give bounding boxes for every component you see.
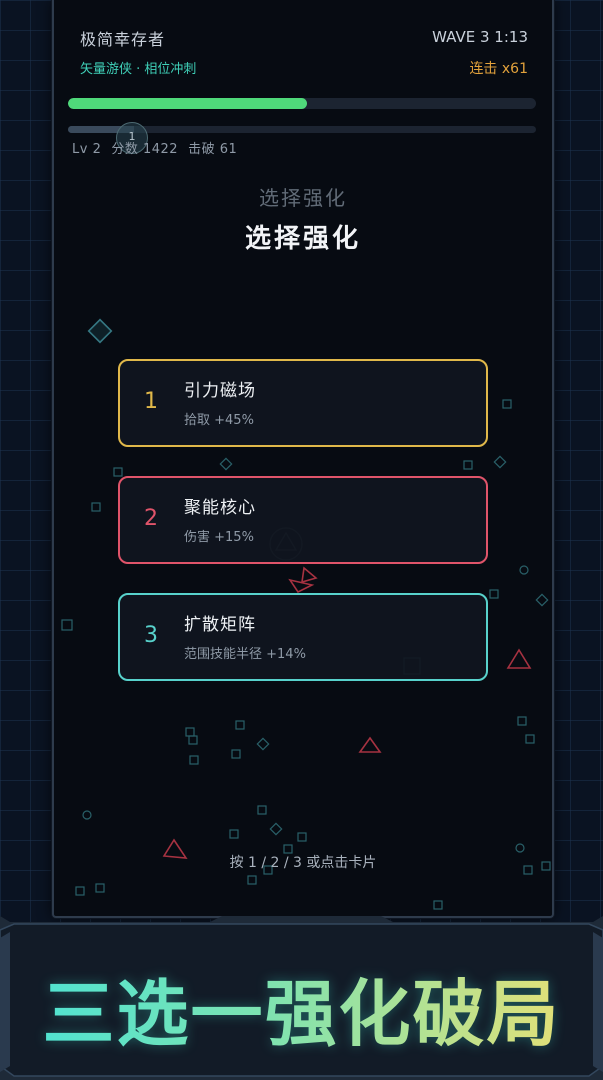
overlay-title: 选择强化 [244, 224, 361, 254]
health-bar [68, 98, 536, 109]
game-title: 极简幸存者 [80, 30, 166, 49]
card-name: 引力磁场 [184, 381, 256, 401]
score-stat: 分数 1422 [111, 142, 179, 157]
selection-hint: 按 1 / 2 / 3 或点击卡片 [229, 855, 377, 871]
character-subtitle: 矢量游侠 · 相位冲刺 [80, 62, 197, 77]
card-number: 1 [144, 389, 158, 414]
card-name: 扩散矩阵 [184, 615, 256, 635]
card-name: 聚能核心 [184, 498, 256, 518]
wave-timer: WAVE 3 1:13 [432, 28, 528, 46]
upgrade-card-matrix[interactable]: 3 扩散矩阵 范围技能半径 +14% [118, 593, 488, 681]
stats-line: Lv 2 分数 1422 击破 61 [72, 138, 247, 157]
overlay-ghost-title: 选择强化 [259, 186, 347, 210]
upgrade-card-magnet[interactable]: 1 引力磁场 拾取 +45% [118, 359, 488, 447]
kills-stat: 击破 61 [188, 142, 238, 157]
health-bar-fill [68, 98, 307, 109]
upgrade-card-core[interactable]: 2 聚能核心 伤害 +15% [118, 476, 488, 564]
card-number: 3 [144, 623, 158, 648]
game-screen[interactable]: 极简幸存者 矢量游侠 · 相位冲刺 WAVE 3 1:13 连击 x61 1 L… [52, 0, 554, 918]
card-description: 拾取 +45% [184, 413, 254, 428]
combo-counter: 连击 x61 [469, 61, 528, 77]
card-number: 2 [144, 506, 158, 531]
card-description: 范围技能半径 +14% [184, 647, 306, 662]
level-stat: Lv 2 [72, 142, 102, 157]
promo-banner-text: 三选一强化破局 [0, 955, 603, 1060]
card-description: 伤害 +15% [184, 530, 254, 545]
